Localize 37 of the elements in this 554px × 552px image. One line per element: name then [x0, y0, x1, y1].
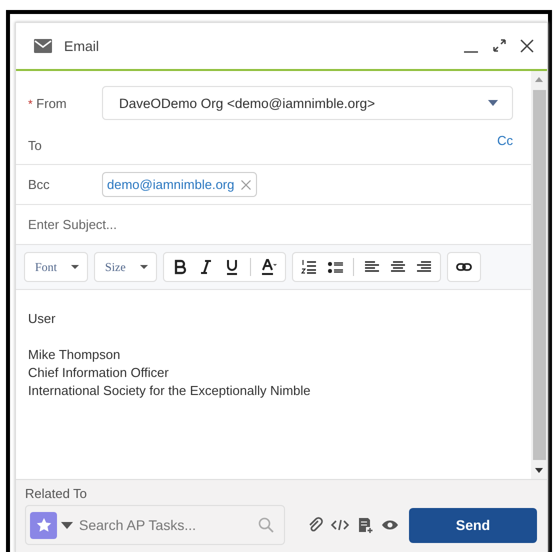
expand-icon[interactable]: [491, 38, 507, 54]
close-icon[interactable]: [519, 38, 535, 54]
cc-link[interactable]: Cc: [497, 133, 513, 148]
body-text: Chief Information Officer: [28, 364, 170, 382]
caret-icon: [488, 100, 498, 106]
from-select[interactable]: DaveODemo Org <demo@iamnimble.org>: [102, 86, 513, 120]
recipient-pill[interactable]: demo@iamnimble.org: [102, 172, 258, 197]
caret-icon: [71, 265, 80, 269]
to-label: To: [28, 138, 43, 153]
from-label: * From: [28, 96, 68, 110]
document-plus-icon[interactable]: [357, 517, 373, 533]
scroll-down-icon[interactable]: [535, 468, 543, 473]
font-dropdown[interactable]: Font: [24, 252, 88, 282]
body-text: User: [28, 310, 56, 328]
caret-icon: [140, 265, 148, 269]
window-title: Email: [64, 38, 100, 54]
bcc-label: Bcc: [28, 177, 51, 192]
text-color-icon[interactable]: [260, 259, 277, 275]
related-search-field[interactable]: Search AP Tasks...: [25, 505, 285, 545]
caret-icon[interactable]: [61, 522, 73, 528]
align-center-icon[interactable]: [390, 259, 406, 275]
required-asterisk: *: [28, 96, 33, 110]
paperclip-icon[interactable]: [307, 517, 323, 533]
related-label: Related To: [25, 486, 88, 501]
numbered-list-icon[interactable]: [300, 259, 317, 275]
align-left-icon[interactable]: [364, 259, 380, 275]
body-text: International Society for the Exceptionally Nimble: [28, 382, 312, 400]
subject-field[interactable]: Enter Subject...: [28, 217, 513, 232]
scrollbar-thumb[interactable]: [532, 90, 546, 460]
send-button[interactable]: Send: [409, 508, 537, 542]
align-right-icon[interactable]: [416, 259, 432, 275]
size-dropdown[interactable]: Size: [94, 252, 157, 282]
envelope-icon: [34, 39, 52, 53]
body-text: Mike Thompson: [28, 346, 122, 364]
bulleted-list-icon[interactable]: [326, 259, 343, 275]
star-icon: [36, 517, 52, 533]
related-search-input[interactable]: Search AP Tasks...: [77, 516, 254, 534]
